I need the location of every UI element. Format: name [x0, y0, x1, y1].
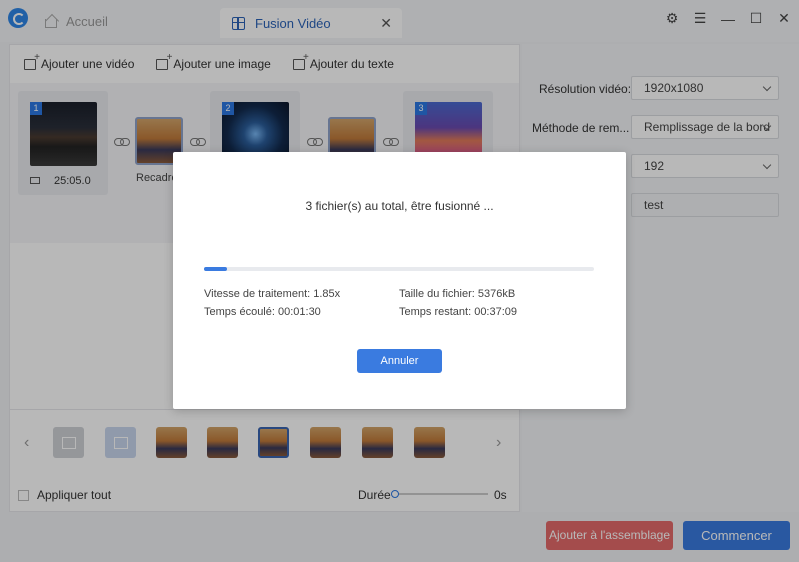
cancel-button[interactable]: Annuler — [357, 349, 442, 373]
merge-progress-dialog: 3 fichier(s) au total, être fusionné ...… — [173, 152, 626, 409]
time-elapsed: Temps écoulé: 00:01:30 — [204, 306, 321, 318]
progress-bar — [204, 267, 594, 271]
file-size: Taille du fichier: 5376kB — [399, 288, 516, 300]
processing-speed: Vitesse de traitement: 1.85x — [204, 288, 341, 300]
dialog-title: 3 fichier(s) au total, être fusionné ... — [305, 199, 494, 213]
time-remaining: Temps restant: 00:37:09 — [399, 306, 518, 318]
progress-bar-fill — [204, 267, 228, 271]
modal-overlay: 3 fichier(s) au total, être fusionné ...… — [0, 0, 799, 562]
